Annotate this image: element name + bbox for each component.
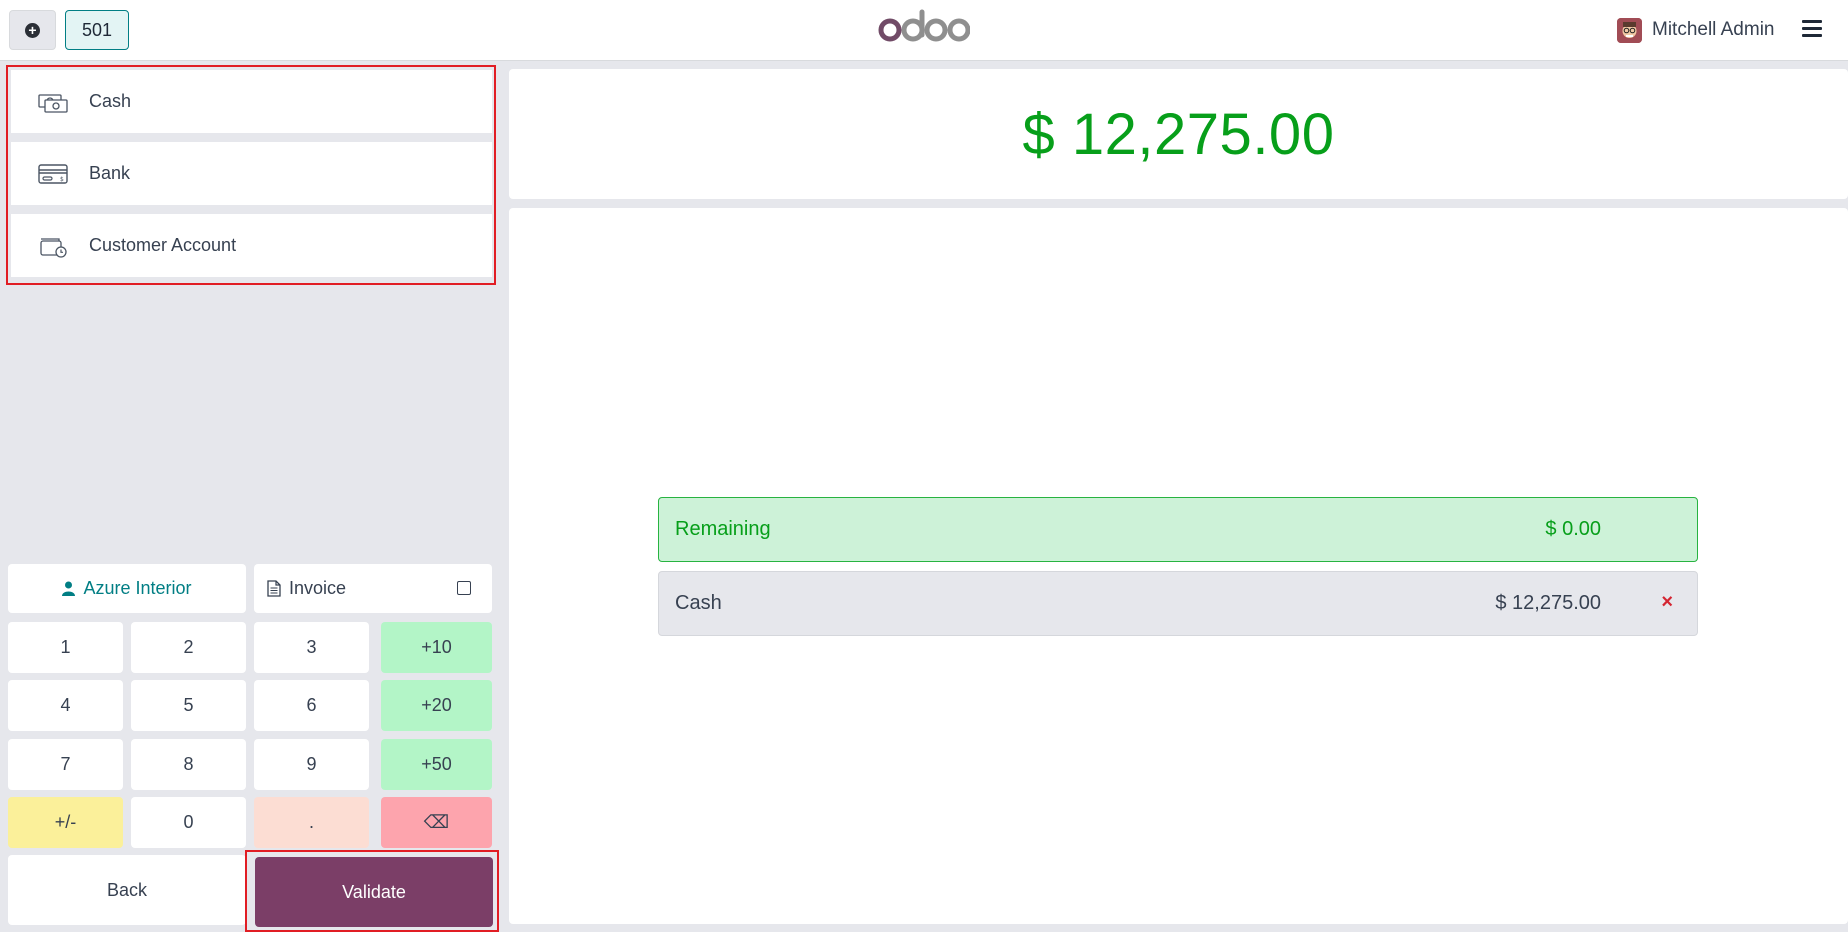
user-icon xyxy=(62,581,76,596)
payment-line[interactable]: Cash $ 12,275.00 × xyxy=(658,571,1698,636)
payment-line-method: Cash xyxy=(675,592,722,614)
new-order-button[interactable]: + xyxy=(9,10,56,50)
numpad-key-5[interactable]: 5 xyxy=(131,680,246,731)
numpad-key-8[interactable]: 8 xyxy=(131,739,246,790)
cash-icon xyxy=(38,93,68,113)
numpad-key-9[interactable]: 9 xyxy=(254,739,369,790)
invoice-label: Invoice xyxy=(289,578,347,598)
wallet-icon xyxy=(40,237,67,258)
validate-button[interactable]: Validate xyxy=(255,857,493,927)
payment-method-bank[interactable]: $ Bank xyxy=(11,142,492,205)
user-menu[interactable]: Mitchell Admin xyxy=(1617,14,1775,46)
numpad-key-plus-10[interactable]: +10 xyxy=(381,622,492,673)
total-due-panel: $ 12,275.00 xyxy=(509,69,1848,199)
back-button[interactable]: Back xyxy=(8,855,246,925)
bank-card-icon: $ xyxy=(38,163,68,184)
payment-methods: Cash $ Bank Customer Account xyxy=(6,65,496,285)
hamburger-menu-icon[interactable] xyxy=(1802,20,1822,38)
numpad-key-decimal[interactable]: . xyxy=(254,797,369,848)
svg-text:$: $ xyxy=(60,176,64,183)
numpad-key-2[interactable]: 2 xyxy=(131,622,246,673)
top-bar: + 501 Mitchell Admin xyxy=(0,0,1848,61)
document-icon xyxy=(267,580,281,597)
invoice-checkbox[interactable] xyxy=(457,581,471,595)
numpad-key-1[interactable]: 1 xyxy=(8,622,123,673)
total-amount: $ 12,275.00 xyxy=(1022,101,1335,167)
numpad-key-7[interactable]: 7 xyxy=(8,739,123,790)
numpad-key-plus-50[interactable]: +50 xyxy=(381,739,492,790)
invoice-toggle-button[interactable]: Invoice xyxy=(254,564,492,613)
numpad-key-sign[interactable]: +/- xyxy=(8,797,123,848)
plus-icon: + xyxy=(25,22,40,38)
payment-method-label: Bank xyxy=(89,163,131,183)
payment-method-label: Customer Account xyxy=(89,235,237,255)
payment-method-customer-account[interactable]: Customer Account xyxy=(11,214,492,277)
payment-method-label: Cash xyxy=(89,91,132,111)
numpad-key-6[interactable]: 6 xyxy=(254,680,369,731)
payment-line-amount: $ 12,275.00 xyxy=(1495,592,1601,614)
numpad-key-3[interactable]: 3 xyxy=(254,622,369,673)
customer-button[interactable]: Azure Interior xyxy=(8,564,246,613)
user-name: Mitchell Admin xyxy=(1652,19,1775,40)
remaining-amount: $ 0.00 xyxy=(1545,518,1601,540)
customer-name: Azure Interior xyxy=(83,578,192,598)
avatar xyxy=(1617,17,1642,43)
odoo-logo xyxy=(878,9,970,42)
validate-highlight: Validate xyxy=(245,850,499,932)
remaining-row: Remaining $ 0.00 xyxy=(658,497,1698,562)
numpad-backspace-icon[interactable]: ⌫ xyxy=(381,797,492,848)
order-tab[interactable]: 501 xyxy=(65,10,129,50)
delete-payment-icon[interactable]: × xyxy=(1661,591,1673,614)
remaining-label: Remaining xyxy=(675,518,771,540)
numpad-key-0[interactable]: 0 xyxy=(131,797,246,848)
payment-method-cash[interactable]: Cash xyxy=(11,70,492,133)
payment-lines-panel xyxy=(509,208,1848,924)
numpad-key-4[interactable]: 4 xyxy=(8,680,123,731)
numpad-key-plus-20[interactable]: +20 xyxy=(381,680,492,731)
